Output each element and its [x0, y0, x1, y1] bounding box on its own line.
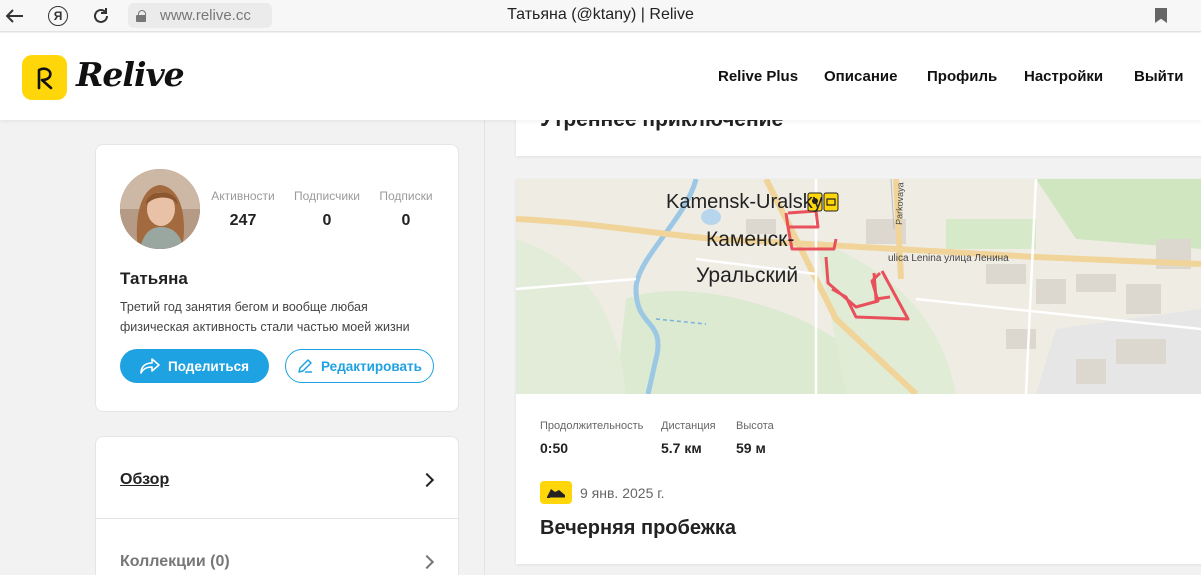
address-bar[interactable]: www.relive.cc: [128, 3, 272, 28]
stat-value: 0:50: [540, 440, 569, 456]
lock-icon: [136, 9, 146, 22]
map-label-street: ulica Lenina улица Ленина: [888, 253, 1009, 264]
nav-settings[interactable]: Настройки: [1024, 68, 1103, 85]
stat-label: Подписки: [379, 189, 433, 203]
yandex-icon[interactable]: Я: [46, 4, 70, 28]
map-label-street-2: Parkovaya: [894, 182, 905, 225]
nav-logout[interactable]: Выйти: [1134, 68, 1183, 85]
share-icon: [140, 358, 160, 374]
site-header: Relive Relive Plus Описание Профиль Наст…: [0, 33, 1201, 120]
nav-relive-plus[interactable]: Relive Plus: [718, 68, 798, 85]
stat-activities[interactable]: Активности 247: [209, 189, 277, 230]
activity-stat-elevation: Высота 59 м: [736, 420, 774, 456]
activity-date: 9 янв. 2025 г.: [580, 485, 665, 501]
running-shoe-icon: [540, 481, 572, 504]
stat-following[interactable]: Подписки 0: [377, 189, 435, 230]
stat-label: Подписчики: [293, 189, 360, 203]
stat-value: 59 м: [736, 440, 766, 456]
share-button[interactable]: Поделиться: [120, 349, 269, 383]
chevron-right-icon: [419, 472, 435, 488]
back-arrow-icon[interactable]: [3, 4, 27, 28]
avatar[interactable]: [120, 169, 200, 249]
stat-label: Высота: [736, 420, 774, 432]
menu-item-collections[interactable]: Коллекции (0): [96, 519, 458, 575]
stat-followers[interactable]: Подписчики 0: [291, 189, 363, 230]
reload-icon[interactable]: [89, 4, 113, 28]
bookmark-icon[interactable]: [1155, 8, 1167, 23]
stat-value: 5.7 км: [661, 440, 702, 456]
activity-title[interactable]: Вечерняя пробежка: [540, 517, 736, 540]
share-button-label: Поделиться: [167, 358, 250, 374]
edit-button-label: Редактировать: [321, 358, 422, 374]
edit-profile-button[interactable]: Редактировать: [285, 349, 434, 383]
menu-item-label: Обзор: [120, 471, 170, 488]
map-label-city-ru-1: Каменск-: [706, 228, 794, 251]
menu-item-overview[interactable]: Обзор: [96, 437, 458, 519]
activity-card: Kamensk-Uralsky Каменск- Уральский ulica…: [516, 179, 1201, 564]
relive-logo-text[interactable]: Relive: [76, 55, 185, 94]
profile-card: Активности 247 Подписчики 0 Подписки 0 Т…: [95, 144, 459, 412]
activity-stat-duration: Продолжительность 0:50: [540, 420, 643, 456]
map-label-city-ru-2: Уральский: [696, 264, 798, 287]
activity-stat-distance: Дистанция 5.7 км: [661, 420, 716, 456]
nav-profile[interactable]: Профиль: [927, 68, 997, 85]
browser-toolbar: Я www.relive.cc Татьяна (@ktany) | Reliv…: [0, 0, 1201, 32]
stat-value: 247: [229, 212, 257, 229]
column-divider: [484, 120, 485, 575]
profile-name: Татьяна: [120, 269, 188, 288]
stat-value: 0: [401, 212, 411, 229]
stat-label: Продолжительность: [540, 420, 644, 432]
profile-bio: Третий год занятия бегом и вообще любая …: [120, 300, 410, 334]
stat-value: 0: [322, 212, 332, 229]
stat-label: Дистанция: [661, 420, 716, 432]
activity-map[interactable]: Kamensk-Uralsky Каменск- Уральский ulica…: [516, 179, 1201, 394]
stat-label: Активности: [211, 189, 275, 203]
pencil-icon: [298, 359, 313, 373]
nav-description[interactable]: Описание: [824, 68, 897, 85]
map-label-city-en: Kamensk-Uralsky: [666, 191, 823, 213]
url-text: www.relive.cc: [160, 7, 251, 24]
menu-item-label: Коллекции (0): [120, 553, 230, 570]
profile-menu: Обзор Коллекции (0): [95, 436, 459, 575]
relive-logo-icon[interactable]: [22, 55, 67, 100]
chevron-right-icon: [419, 554, 435, 570]
